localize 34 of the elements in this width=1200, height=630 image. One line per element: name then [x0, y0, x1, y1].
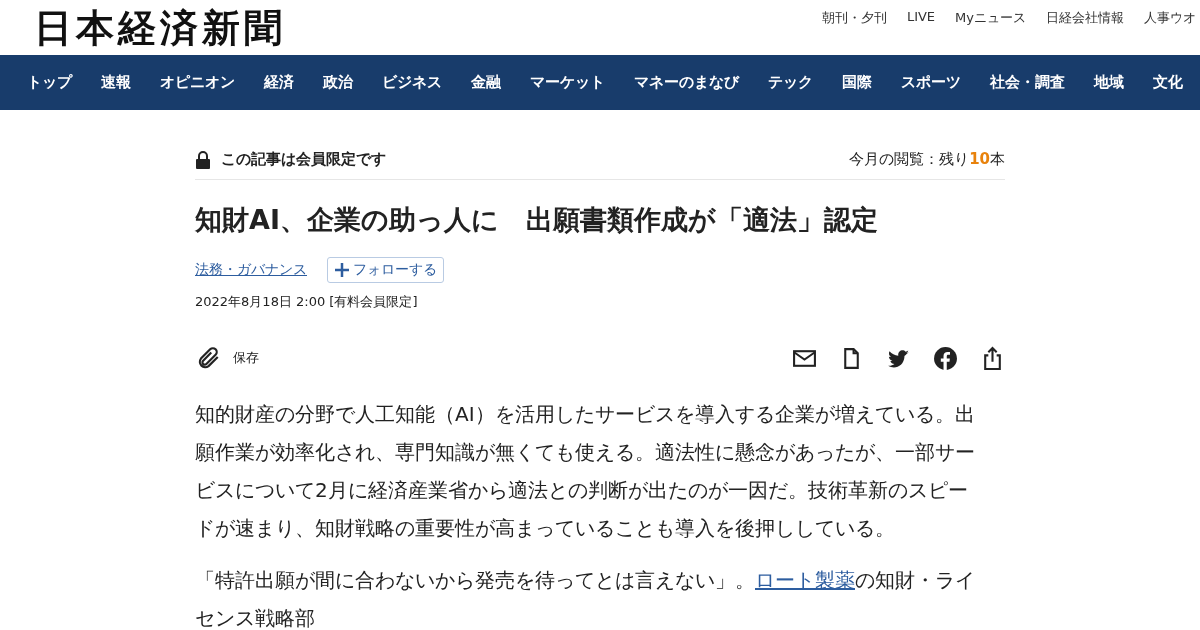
newspaper-logo[interactable]: 日本経済新聞 — [34, 9, 286, 47]
nav-item[interactable]: ビジネス — [382, 73, 442, 92]
nav-item[interactable]: 経済 — [264, 73, 294, 92]
nav-item[interactable]: 国際 — [842, 73, 872, 92]
members-only-label: この記事は会員限定です — [221, 150, 386, 169]
nav-item[interactable]: トップ — [27, 73, 72, 92]
lock-icon — [195, 150, 211, 169]
nav-item[interactable]: 金融 — [471, 73, 501, 92]
header-link[interactable]: 朝刊・夕刊 — [821, 9, 887, 27]
header-link[interactable]: 人事ウオ — [1144, 9, 1196, 27]
topic-link[interactable]: 法務・ガバナンス — [195, 261, 307, 280]
nav-item[interactable]: オピニオン — [160, 73, 235, 92]
header-link[interactable]: 日経会社情報 — [1046, 9, 1124, 27]
follow-button[interactable]: フォローする — [327, 257, 444, 284]
article-paragraph: 「特許出願が間に合わないから発売を待ってとは言えない」。ロート製薬の知財・ライセンス戦略部 — [195, 567, 976, 630]
nav-item[interactable]: 地域 — [1094, 73, 1124, 92]
header-link[interactable]: LIVE — [906, 9, 936, 27]
reading-quota: 今月の閲覧：残り 10本 — [849, 150, 1005, 169]
save-label[interactable]: 保存 — [233, 349, 259, 368]
nav-item[interactable]: 政治 — [323, 73, 353, 92]
nav-item[interactable]: テック — [768, 73, 813, 92]
header-link[interactable]: Myニュース — [955, 9, 1026, 27]
publish-date: 2022年8月18日 2:00 [有料会員限定] — [195, 293, 419, 312]
nav-item[interactable]: スポーツ — [901, 73, 961, 92]
article-title: 知財AI、企業の助っ人に 出願書類作成が「適法」認定 — [195, 203, 879, 237]
nav-item[interactable]: マーケット — [530, 73, 605, 92]
company-link[interactable]: ロート製薬 — [755, 568, 855, 593]
nav-item[interactable]: 速報 — [101, 73, 131, 92]
nav-item[interactable]: 社会・調査 — [990, 73, 1065, 92]
circle-f-icon[interactable] — [933, 345, 958, 371]
plus-icon — [334, 262, 350, 279]
nav-item[interactable]: 文化 — [1153, 73, 1183, 92]
nav-item[interactable]: マネーのまなび — [634, 73, 739, 92]
article-paragraph: 知的財産の分野で人工知能（AI）を活用したサービスを導入する企業が増えている。出願作業が効率化され、専門知識が無くても使える。適法性に懸念があったが、一部サービスについて2月に経済産業省から適法との判断が出たのが一因だ。技術革新のスピードが速まり、知財戦略の重要性が高まっていることも導入を後押ししている。 — [195, 401, 976, 543]
